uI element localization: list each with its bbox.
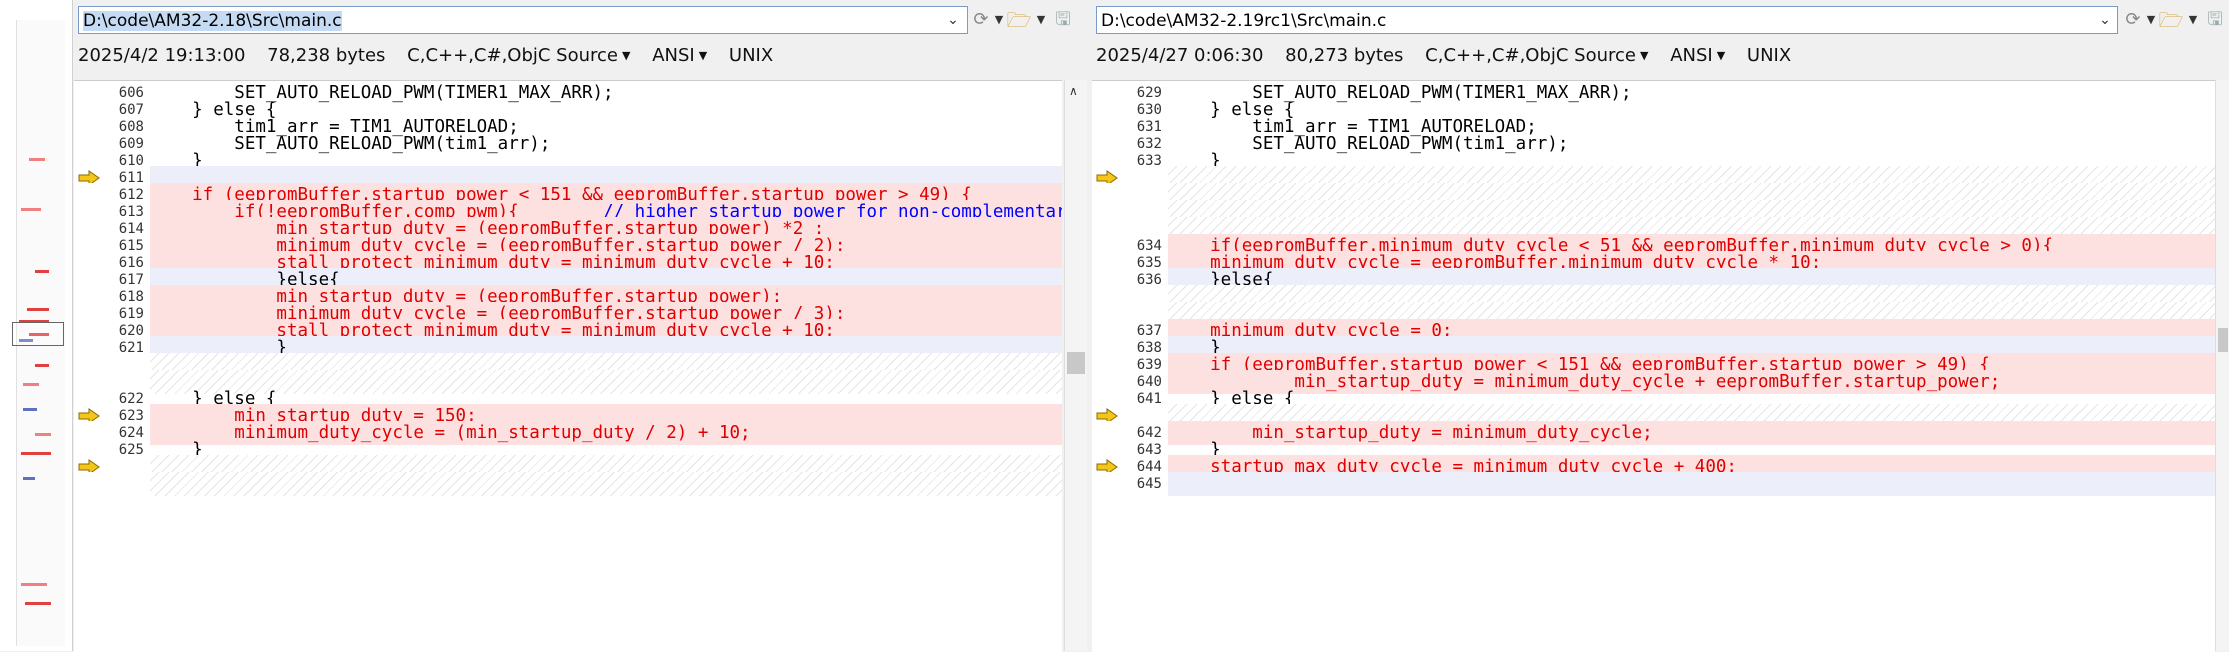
right-encoding-select[interactable]: ANSI (1670, 45, 1713, 66)
right-file-size: 80,273 bytes (1285, 45, 1404, 66)
left-path-bar: D:\code\AM32-2.18\Src\main.c ⌄ ⟳ ▼ 🗁 ▼ 🖫 (78, 6, 1088, 36)
right-code-view[interactable]: 629 SET_AUTO_RELOAD_PWM(TIMER1_MAX_ARR);… (1092, 80, 2215, 652)
right-save-icon[interactable]: 🖫 (2202, 8, 2228, 32)
right-pane: D:\code\AM32-2.19rc1\Src\main.c ⌄ ⟳ ▼ 🗁 … (1092, 0, 2229, 652)
right-reload-dropdown-icon[interactable]: ▼ (2144, 8, 2158, 32)
overview-diff-mark (27, 307, 49, 311)
right-path-dropdown-icon[interactable]: ⌄ (2094, 6, 2116, 34)
left-save-icon[interactable]: 🖫 (1050, 8, 1076, 32)
left-scroll-thumb[interactable] (1067, 352, 1085, 374)
overview-diff-mark (21, 451, 51, 455)
scroll-up-icon[interactable]: ∧ (1069, 84, 1078, 98)
overview-diff-mark (23, 476, 35, 480)
overview-diff-mark (29, 157, 45, 161)
overview-diff-mark (23, 408, 37, 412)
right-path-text: D:\code\AM32-2.19rc1\Src\main.c (1101, 11, 1387, 31)
left-encoding-select[interactable]: ANSI (652, 45, 695, 66)
overview-diff-mark (21, 207, 41, 211)
overview-diff-mark (21, 583, 47, 587)
overview-viewport[interactable] (12, 322, 64, 346)
left-code-line[interactable] (74, 471, 1062, 496)
left-pane: D:\code\AM32-2.18\Src\main.c ⌄ ⟳ ▼ 🗁 ▼ 🖫… (74, 0, 1088, 652)
right-format-select[interactable]: C,C++,C#,ObjC Source (1425, 45, 1636, 66)
left-code-view[interactable]: 606 SET_AUTO_RELOAD_PWM(TIMER1_MAX_ARR);… (74, 80, 1062, 652)
right-info-bar: 2025/4/27 0:06:30 80,273 bytes C,C++,C#,… (1096, 42, 2229, 70)
right-encoding-dropdown-icon[interactable]: ▼ (1717, 49, 1725, 62)
left-open-dropdown-icon[interactable]: ▼ (1034, 8, 1048, 32)
left-file-date: 2025/4/2 19:13:00 (78, 45, 246, 66)
overview-diff-mark (35, 433, 51, 437)
line-number: 645 (1136, 475, 1162, 492)
right-open-folder-icon[interactable]: 🗁 (2158, 8, 2184, 32)
overview-diff-mark (35, 364, 49, 368)
line-gutter: 645 (1092, 471, 1162, 496)
right-eol-label[interactable]: UNIX (1747, 45, 1791, 66)
line-text (150, 471, 1062, 496)
left-vertical-scrollbar[interactable]: ∧ (1064, 80, 1087, 651)
right-format-dropdown-icon[interactable]: ▼ (1640, 49, 1648, 62)
left-open-folder-icon[interactable]: 🗁 (1006, 8, 1032, 32)
right-reload-icon[interactable]: ⟳ (2120, 8, 2146, 32)
overview-diff-mark (35, 270, 49, 274)
left-encoding-dropdown-icon[interactable]: ▼ (699, 49, 707, 62)
line-text (1168, 471, 2215, 496)
left-eol-label[interactable]: UNIX (729, 45, 773, 66)
left-path-input[interactable]: D:\code\AM32-2.18\Src\main.c (78, 6, 968, 34)
overview-panel[interactable] (0, 0, 73, 651)
left-path-text: D:\code\AM32-2.18\Src\main.c (83, 11, 342, 31)
right-open-dropdown-icon[interactable]: ▼ (2186, 8, 2200, 32)
right-path-input[interactable]: D:\code\AM32-2.19rc1\Src\main.c (1096, 6, 2118, 34)
line-gutter (74, 471, 144, 496)
right-file-date: 2025/4/27 0:06:30 (1096, 45, 1264, 66)
right-vertical-scrollbar[interactable] (2215, 80, 2229, 651)
left-reload-dropdown-icon[interactable]: ▼ (992, 8, 1006, 32)
left-path-dropdown-icon[interactable]: ⌄ (942, 6, 964, 34)
left-reload-icon[interactable]: ⟳ (968, 8, 994, 32)
right-code-line[interactable]: 645 (1092, 471, 2215, 496)
left-file-size: 78,238 bytes (267, 45, 386, 66)
right-path-bar: D:\code\AM32-2.19rc1\Src\main.c ⌄ ⟳ ▼ 🗁 … (1096, 6, 2229, 36)
overview-diff-mark (23, 383, 39, 387)
left-format-dropdown-icon[interactable]: ▼ (622, 49, 630, 62)
left-format-select[interactable]: C,C++,C#,ObjC Source (407, 45, 618, 66)
right-scroll-thumb[interactable] (2218, 328, 2228, 352)
left-info-bar: 2025/4/2 19:13:00 78,238 bytes C,C++,C#,… (78, 42, 1088, 70)
line-number (94, 472, 144, 496)
overview-diff-mark (25, 602, 51, 606)
